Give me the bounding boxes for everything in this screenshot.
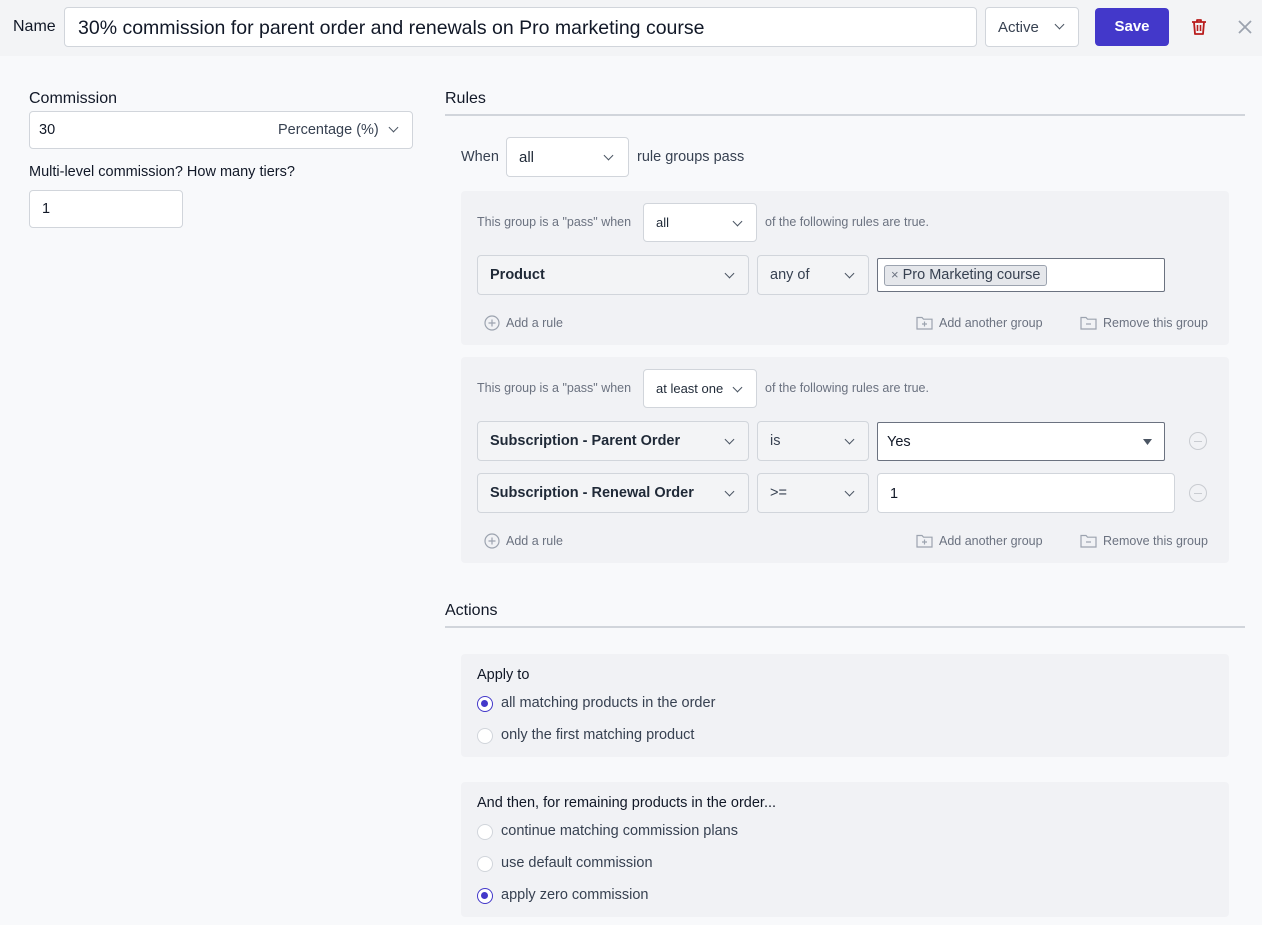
rule-field-select[interactable]: Subscription - Parent Order [477,421,749,461]
option-label: use default commission [501,855,653,871]
tiers-input[interactable]: 1 [29,190,183,228]
chevron-down-icon [603,150,614,161]
chevron-down-icon [844,268,855,279]
when-value: all [519,148,535,166]
add-group-link[interactable]: Add another group [916,315,1043,330]
rule-value: 1 [890,486,899,502]
rule-operator-select[interactable]: is [757,421,869,461]
commission-label: Commission [29,90,118,107]
radio-continue-matching[interactable] [477,824,493,840]
commission-field[interactable]: 30 Percentage (%) [29,111,413,149]
rules-title: Rules [445,90,486,107]
trash-icon[interactable] [1190,18,1208,36]
minus-circle-icon[interactable] [1189,484,1207,502]
rule-value-select[interactable]: Yes [877,422,1165,461]
group-prefix: This group is a "pass" when [477,215,632,229]
remove-group-label: Remove this group [1103,533,1208,548]
rule-field-select[interactable]: Subscription - Renewal Order [477,473,749,513]
plus-circle-icon [484,533,500,549]
tag-label: Pro Marketing course [902,267,1041,283]
folder-plus-icon [916,534,933,548]
chevron-down-icon [732,216,743,227]
status-value: Active [998,19,1039,36]
save-button[interactable]: Save [1095,8,1169,46]
status-select[interactable]: Active [985,7,1079,47]
tag-remove-icon[interactable]: × [891,267,899,282]
option-label: all matching products in the order [501,695,716,711]
group-mode-select[interactable]: at least one [643,369,757,408]
radio-apply-all[interactable] [477,696,493,712]
chevron-down-icon [724,486,735,497]
remove-group-label: Remove this group [1103,315,1208,330]
close-icon[interactable] [1237,19,1253,35]
rule-operator-value: >= [770,485,787,501]
rule-operator-value: any of [770,267,810,283]
rule-value: Yes [887,434,911,450]
add-rule-label: Add a rule [506,534,563,548]
rule-operator-value: is [770,433,781,449]
group-prefix: This group is a "pass" when [477,381,632,395]
rule-field-value: Product [490,267,545,283]
apply-to-label: Apply to [477,667,530,683]
rule-operator-select[interactable]: any of [757,255,869,295]
plan-name-input[interactable]: 30% commission for parent order and rene… [64,7,977,47]
group-mode-select[interactable]: all [643,203,757,242]
add-rule-label: Add a rule [506,316,563,330]
actions-title: Actions [445,602,498,619]
tiers-value: 1 [42,201,51,217]
rule-field-select[interactable]: Product [477,255,749,295]
chevron-down-icon [844,434,855,445]
rule-tag-input[interactable]: × Pro Marketing course [877,258,1165,292]
remove-group-link[interactable]: Remove this group [1080,315,1208,330]
add-rule-link[interactable]: Add a rule [484,533,563,549]
plus-circle-icon [484,315,500,331]
radio-apply-first[interactable] [477,728,493,744]
group-mode-value: at least one [656,381,724,396]
rule-field-value: Subscription - Parent Order [490,433,681,449]
folder-minus-icon [1080,534,1097,548]
option-label: continue matching commission plans [501,823,738,839]
chevron-down-icon [732,382,743,393]
when-label: When [461,149,499,165]
group-mode-value: all [656,215,670,230]
minus-circle-icon[interactable] [1189,432,1207,450]
tag-chip: × Pro Marketing course [884,265,1048,286]
divider [445,114,1245,116]
radio-zero-commission[interactable] [477,888,493,904]
rule-operator-select[interactable]: >= [757,473,869,513]
group-suffix: of the following rules are true. [765,215,929,229]
add-group-label: Add another group [939,533,1043,548]
name-label: Name [13,18,56,35]
remaining-label: And then, for remaining products in the … [477,795,777,811]
add-rule-link[interactable]: Add a rule [484,315,563,331]
rule-field-value: Subscription - Renewal Order [490,485,694,501]
remove-group-link[interactable]: Remove this group [1080,533,1208,548]
folder-plus-icon [916,316,933,330]
option-label: apply zero commission [501,887,649,903]
option-label: only the first matching product [501,727,695,743]
chevron-down-icon [724,268,735,279]
add-group-label: Add another group [939,315,1043,330]
folder-minus-icon [1080,316,1097,330]
tiers-label: Multi-level commission? How many tiers? [29,164,295,180]
chevron-down-icon [388,122,399,133]
caret-down-icon [1143,439,1152,445]
chevron-down-icon [724,434,735,445]
divider [445,626,1245,628]
group-suffix: of the following rules are true. [765,381,929,395]
chevron-down-icon [1054,19,1065,30]
rule-value-input[interactable]: 1 [877,473,1175,513]
pass-label: rule groups pass [637,149,745,165]
when-select[interactable]: all [506,137,629,177]
add-group-link[interactable]: Add another group [916,533,1043,548]
radio-default-commission[interactable] [477,856,493,872]
chevron-down-icon [844,486,855,497]
commission-value: 30 [39,122,56,138]
commission-type[interactable]: Percentage (%) [278,122,379,138]
